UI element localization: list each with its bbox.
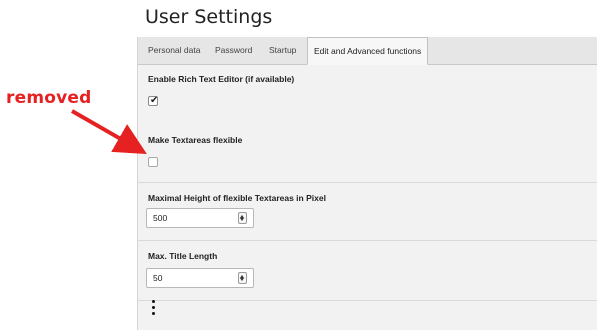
annotation-arrow-icon xyxy=(71,109,147,154)
